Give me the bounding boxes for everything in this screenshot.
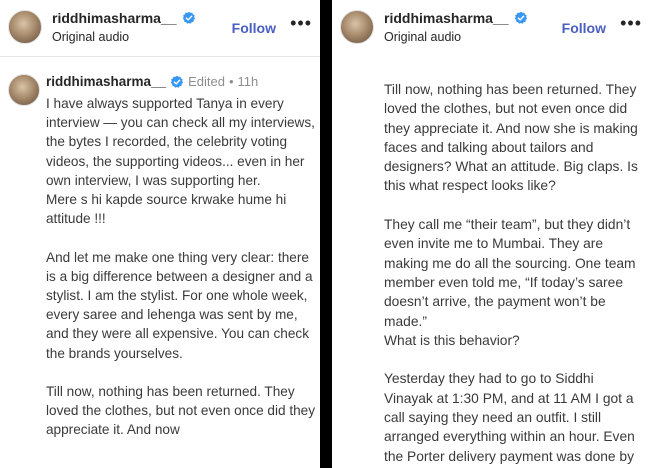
left-screenshot-panel: riddhimasharma__ Original audio Follow •… (0, 0, 320, 468)
username-row: riddhimasharma__ (52, 10, 196, 26)
comment-time: 11h (237, 74, 259, 89)
panel-divider (320, 0, 332, 468)
comment-text: I have always supported Tanya in every i… (46, 96, 316, 438)
follow-button[interactable]: Follow (562, 20, 606, 36)
username-row: riddhimasharma__ (384, 10, 528, 26)
more-options-icon[interactable]: ••• (620, 14, 642, 32)
post-header: riddhimasharma__ Original audio Follow •… (340, 8, 642, 48)
username[interactable]: riddhimasharma__ (52, 10, 177, 26)
audio-label[interactable]: Original audio (52, 30, 129, 44)
comment-username[interactable]: riddhimasharma__ (46, 74, 166, 89)
post-header: riddhimasharma__ Original audio Follow •… (8, 8, 312, 48)
meta-dot: • (228, 74, 234, 89)
comment-meta-row: riddhimasharma__ Edited • 11h (46, 74, 258, 89)
right-screenshot-panel: riddhimasharma__ Original audio Follow •… (332, 0, 650, 468)
avatar[interactable] (8, 10, 42, 44)
more-options-icon[interactable]: ••• (290, 14, 312, 32)
caption-text: Till now, nothing has been returned. The… (384, 82, 638, 468)
follow-button[interactable]: Follow (232, 20, 276, 36)
verified-badge-icon (170, 75, 184, 88)
divider-line (0, 56, 320, 57)
avatar[interactable] (340, 10, 374, 44)
edited-label: Edited (188, 74, 225, 89)
verified-badge-icon (182, 11, 195, 24)
audio-label[interactable]: Original audio (384, 30, 461, 44)
verified-badge-icon (514, 11, 527, 24)
comment-avatar[interactable] (8, 74, 40, 106)
username[interactable]: riddhimasharma__ (384, 10, 509, 26)
